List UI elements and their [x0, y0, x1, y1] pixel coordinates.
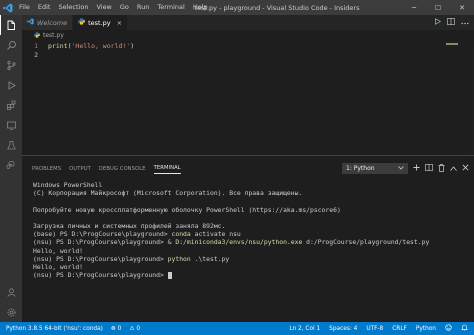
split-editor-icon[interactable] — [447, 18, 455, 27]
indentation[interactable]: Spaces: 4 — [329, 326, 357, 332]
search-icon[interactable] — [0, 35, 22, 55]
terminal-line: Windows PowerShell — [33, 181, 103, 189]
code-editor[interactable]: 1 print('Hello, world!') 2 — [22, 41, 474, 155]
tab-debug-console[interactable]: DEBUG CONSOLE — [99, 164, 146, 174]
tab-welcome[interactable]: Welcome — [22, 15, 74, 30]
tab-terminal[interactable]: TERMINAL — [153, 163, 181, 174]
minimize-button[interactable]: ─ — [402, 0, 426, 15]
terminal-line: Попробуйте новую кроссплатформенную обол… — [33, 205, 341, 214]
terminal-command-line: (nsu) PS D:\ProgCourse\playground> pytho… — [33, 255, 474, 263]
terminal-args: d:/ProgCourse/playground/test.py — [302, 238, 430, 247]
terminal-select[interactable]: 1: Python — [342, 163, 408, 174]
terminal-command: conda — [171, 230, 191, 239]
testing-icon[interactable] — [0, 135, 22, 155]
explorer-icon[interactable] — [0, 15, 22, 35]
split-terminal-icon[interactable] — [425, 164, 433, 173]
menu-bar: File Edit Selection View Go Run Terminal… — [15, 0, 212, 15]
terminal-line: (C) Корпорация Майкрософт (Microsoft Cor… — [33, 189, 303, 198]
menu-help[interactable]: Help — [189, 0, 212, 15]
gear-icon[interactable] — [0, 302, 22, 322]
menu-view[interactable]: View — [92, 0, 115, 15]
python-file-icon — [34, 31, 40, 40]
close-window-button[interactable]: ✕ — [450, 0, 474, 15]
chevron-down-icon — [398, 165, 404, 172]
editor-scrollbar[interactable] — [466, 41, 474, 155]
tab-label: Welcome — [37, 18, 68, 27]
menu-selection[interactable]: Selection — [54, 0, 92, 15]
code-function: print — [48, 41, 68, 50]
terminal-line: Загрузка личных и системных профилей зан… — [33, 221, 226, 230]
terminal-output[interactable]: Windows PowerShell (C) Корпорация Майкро… — [22, 181, 474, 279]
terminal-command: D:/miniconda3/envs/nsu/python.exe — [175, 238, 303, 247]
python-interpreter[interactable]: Python 3.8.5 64-bit ('nsu': conda) — [6, 326, 103, 332]
python-file-icon — [78, 18, 85, 27]
terminal-prompt: (base) PS D:\ProgCourse\playground> — [33, 230, 172, 239]
language-mode[interactable]: Python — [416, 326, 436, 332]
more-actions-icon[interactable] — [461, 19, 469, 27]
terminal-command: python — [167, 254, 191, 263]
terminal-prompt: (nsu) PS D:\ProgCourse\playground> — [33, 271, 168, 280]
feedback-icon[interactable] — [445, 324, 452, 333]
tab-problems[interactable]: PROBLEMS — [32, 164, 61, 174]
trash-icon[interactable] — [438, 163, 445, 174]
errors-count[interactable]: ⊗ 0 — [111, 326, 121, 332]
menu-go[interactable]: Go — [116, 0, 133, 15]
maximize-panel-icon[interactable] — [450, 165, 457, 173]
account-icon[interactable] — [0, 282, 22, 302]
activity-bar — [0, 15, 22, 322]
panel-tab-bar: PROBLEMS OUTPUT DEBUG CONSOLE TERMINAL 1… — [22, 156, 474, 181]
bottom-panel: PROBLEMS OUTPUT DEBUG CONSOLE TERMINAL 1… — [22, 155, 474, 322]
breadcrumb-file[interactable]: test.py — [43, 32, 64, 39]
terminal-prompt: (nsu) PS D:\ProgCourse\playground> — [33, 254, 168, 263]
terminal-command-line: (base) PS D:\ProgCourse\playground> cond… — [33, 230, 474, 238]
tab-test-py[interactable]: test.py × — [73, 15, 129, 30]
menu-file[interactable]: File — [15, 0, 34, 15]
vscode-icon — [0, 0, 15, 15]
warnings-count[interactable]: ⚠ 0 — [129, 326, 140, 332]
terminal-command-line: (nsu) PS D:\ProgCourse\playground> & D:/… — [33, 238, 474, 246]
maximize-button[interactable]: ☐ — [426, 0, 450, 15]
editor-tab-bar: Welcome test.py × — [22, 15, 474, 30]
terminal-command-line: (nsu) PS D:\ProgCourse\playground> — [33, 271, 474, 279]
code-text: print('Hello, world!') — [48, 42, 134, 50]
run-file-icon[interactable] — [434, 18, 442, 27]
source-control-icon[interactable] — [0, 55, 22, 75]
title-bar: File Edit Selection View Go Run Terminal… — [0, 0, 474, 15]
terminal-select-value: 1: Python — [346, 165, 375, 172]
line-ending[interactable]: CRLF — [392, 326, 407, 332]
code-paren-close: ) — [130, 41, 135, 50]
minimap[interactable] — [446, 41, 466, 155]
extensions-icon[interactable] — [0, 95, 22, 115]
menu-run[interactable]: Run — [133, 0, 153, 15]
terminal-args: .\test.py — [190, 254, 230, 263]
line-number: 1 — [34, 41, 38, 50]
add-terminal-icon[interactable] — [413, 164, 420, 173]
cursor-position[interactable]: Ln 2, Col 1 — [289, 326, 320, 332]
line-number: 2 — [34, 50, 38, 59]
bell-icon[interactable] — [460, 324, 469, 333]
code-line: 2 — [22, 50, 474, 59]
terminal-line: Hello, world! — [33, 246, 84, 255]
encoding[interactable]: UTF-8 — [366, 326, 383, 332]
python-icon[interactable] — [0, 155, 22, 175]
close-icon[interactable]: × — [117, 19, 122, 27]
code-string: 'Hello, world!' — [71, 41, 131, 50]
code-line: 1 print('Hello, world!') — [22, 41, 474, 50]
terminal-prompt: (nsu) PS D:\ProgCourse\playground> & — [33, 238, 176, 247]
status-bar: Python 3.8.5 64-bit ('nsu': conda) ⊗ 0 ⚠… — [0, 322, 474, 335]
vscode-icon — [27, 18, 34, 27]
terminal-args: activate nsu — [190, 230, 241, 239]
close-panel-icon[interactable] — [462, 164, 469, 173]
tab-label: test.py — [88, 18, 111, 27]
breadcrumb: test.py — [22, 30, 474, 41]
menu-terminal[interactable]: Terminal — [153, 0, 188, 15]
run-debug-icon[interactable] — [0, 75, 22, 95]
terminal-cursor — [167, 271, 172, 279]
remote-explorer-icon[interactable] — [0, 115, 22, 135]
tab-output[interactable]: OUTPUT — [69, 164, 91, 174]
menu-edit[interactable]: Edit — [34, 0, 55, 15]
terminal-line: Hello, world! — [33, 262, 84, 271]
